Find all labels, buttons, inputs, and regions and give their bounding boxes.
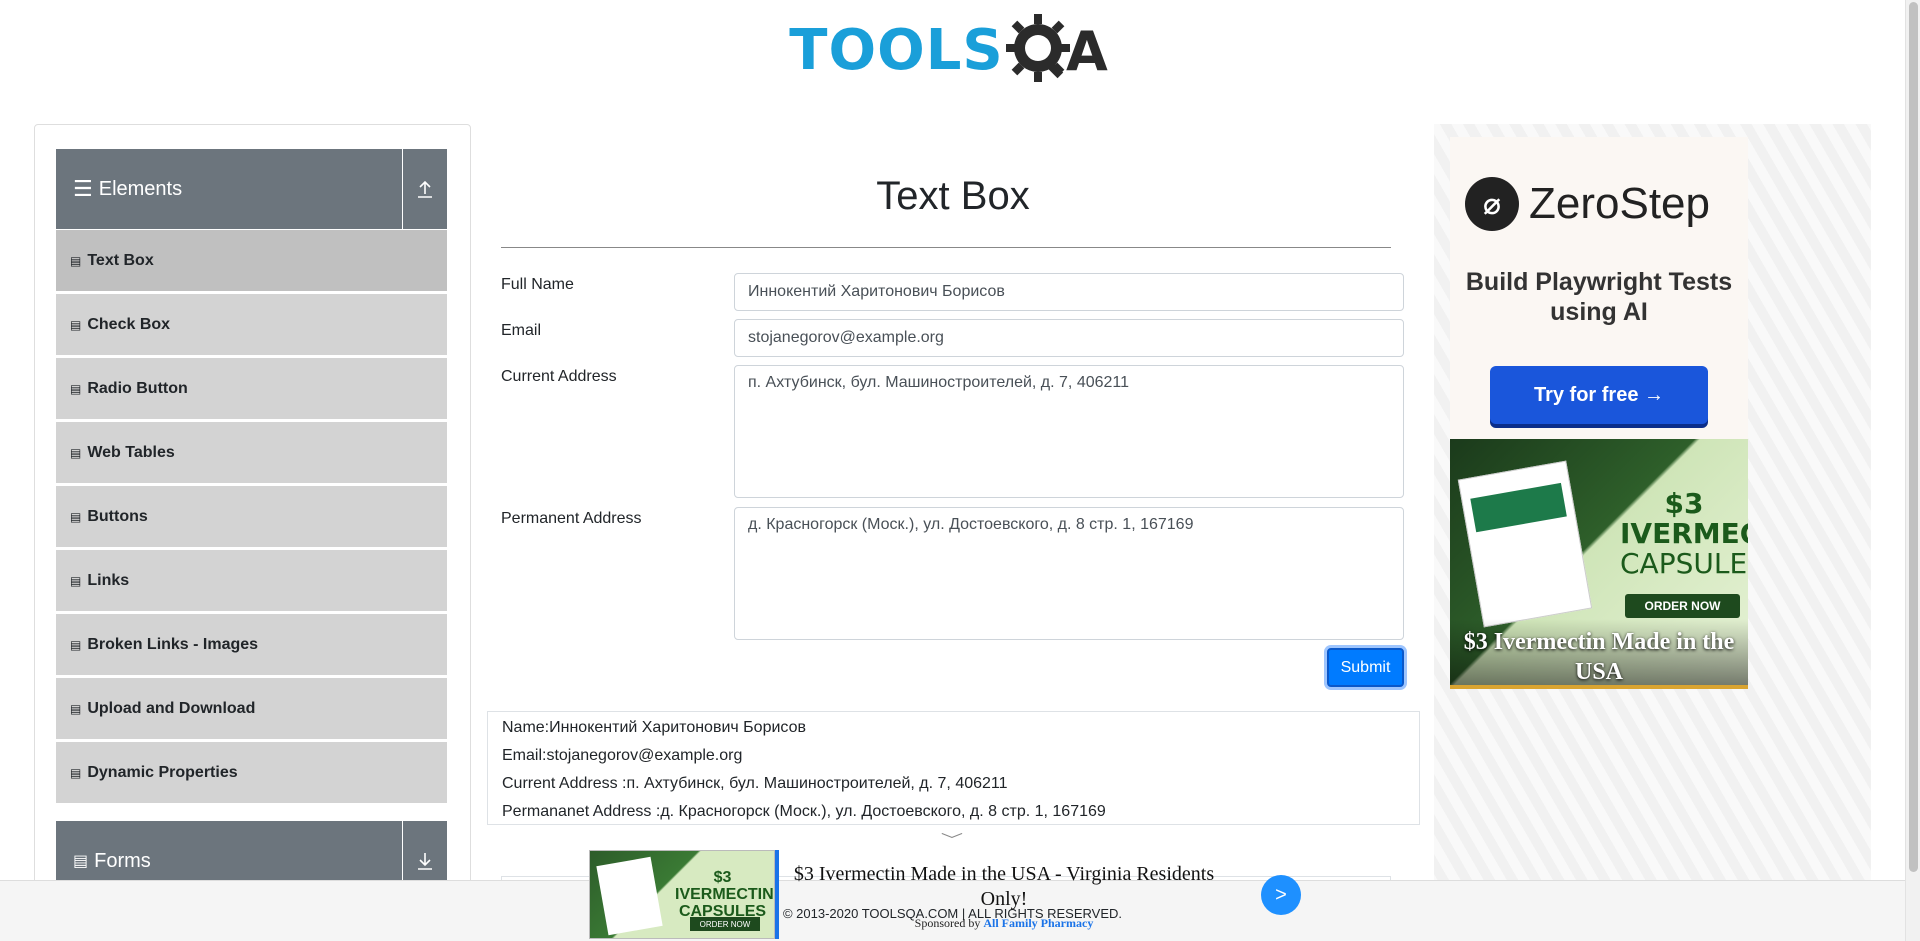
ivermectin-ad[interactable]: $3 IVERMECTIN CAPSULES ORDER NOW $3 Iver… xyxy=(1450,439,1748,689)
item-icon: ▤ xyxy=(70,253,82,268)
output-permanent-address: Permananet Address :д. Красногорск (Моск… xyxy=(502,803,1106,820)
ivermectin-caption: $3 Ivermectin Made in the USA xyxy=(1450,619,1748,685)
zerostep-ad[interactable]: ⌀ ZeroStep Build Playwright Tests using … xyxy=(1450,137,1748,442)
current-address-label: Current Address xyxy=(501,368,617,385)
output-email: Email:stojanegorov@example.org xyxy=(502,747,743,764)
sponsor-link[interactable]: All Family Pharmacy xyxy=(983,916,1093,930)
email-label: Email xyxy=(501,322,542,339)
group-title-elements: ☰ Elements xyxy=(56,176,402,202)
sidebar-item-label: Buttons xyxy=(87,507,148,525)
output-panel: Name:Иннокентий Харитонович Борисов Emai… xyxy=(487,711,1420,825)
permanent-address-textarea[interactable]: д. Красногорск (Моск.), ул. Достоевского… xyxy=(734,507,1404,640)
sidebar-item-radio-button[interactable]: ▤ Radio Button xyxy=(56,358,447,420)
banner-title[interactable]: $3 Ivermectin Made in the USA - Virginia… xyxy=(789,862,1219,912)
zerostep-cta-button[interactable]: Try for free → xyxy=(1490,366,1708,424)
header: TOOLS A xyxy=(0,0,1905,100)
collapse-up-icon[interactable] xyxy=(402,149,447,229)
document-icon: ▤ xyxy=(73,853,89,870)
sponsored-by-label: Sponsored by xyxy=(914,916,981,930)
sidebar-item-broken-links[interactable]: ▤ Broken Links - Images xyxy=(56,614,447,676)
group-label-forms: Forms xyxy=(94,849,151,872)
logo-gear-icon: A xyxy=(1005,12,1116,88)
hamburger-icon: ☰ xyxy=(73,176,93,201)
item-icon: ▤ xyxy=(70,381,82,396)
item-icon: ▤ xyxy=(70,573,82,588)
banner-accent-bar xyxy=(775,850,779,939)
logo-tools-text: TOOLS xyxy=(789,17,1004,83)
title-divider xyxy=(501,247,1391,248)
sidebar-item-check-box[interactable]: ▤ Check Box xyxy=(56,294,447,356)
sidebar-item-label: Upload and Download xyxy=(87,699,256,717)
sidebar-item-label: Text Box xyxy=(87,251,154,269)
group-label-elements: Elements xyxy=(98,177,183,200)
zerostep-logo: ⌀ ZeroStep xyxy=(1465,177,1710,231)
output-current-address: Current Address :п. Ахтубинск, бул. Маши… xyxy=(502,775,1008,792)
right-ad-column: ⌀ ZeroStep Build Playwright Tests using … xyxy=(1434,124,1871,941)
sidebar-item-text-box[interactable]: ▤ Text Box xyxy=(56,230,447,292)
ivermectin-price: $3 IVERMECTIN CAPSULES xyxy=(1620,489,1748,579)
page-scrollbar[interactable] xyxy=(1905,0,1920,941)
svg-text:A: A xyxy=(1066,20,1109,83)
left-panel: ☰ Elements ▤ Text Box ▤ Check Box ▤ Radi… xyxy=(34,124,471,941)
sidebar-item-label: Radio Button xyxy=(87,379,188,397)
chevron-down-icon: ﹀ xyxy=(940,832,964,848)
price-line: IVERMECTIN xyxy=(1620,517,1748,550)
sidebar-item-upload-download[interactable]: ▤ Upload and Download xyxy=(56,678,447,740)
permanent-address-label: Permanent Address xyxy=(501,510,642,527)
sidebar-item-label: Broken Links - Images xyxy=(87,635,259,653)
item-icon: ▤ xyxy=(70,317,82,332)
banner-thumb-order: ORDER NOW xyxy=(690,917,760,931)
full-name-input[interactable] xyxy=(734,273,1404,311)
page: TOOLS A ☰ Elements ▤ Text Box ▤ Check Bo… xyxy=(0,0,1920,941)
zerostep-brand: ZeroStep xyxy=(1529,179,1710,228)
sidebar-item-label: Links xyxy=(87,571,130,589)
banner-thumb-price: $3 IVERMECTIN CAPSULES xyxy=(675,869,774,920)
sidebar-item-links[interactable]: ▤ Links xyxy=(56,550,447,612)
item-icon: ▤ xyxy=(70,701,82,716)
item-icon: ▤ xyxy=(70,509,82,524)
item-icon: ▤ xyxy=(70,445,82,460)
submit-button[interactable]: Submit xyxy=(1327,648,1404,687)
output-name: Name:Иннокентий Харитонович Борисов xyxy=(502,719,806,736)
toolsqa-logo[interactable]: TOOLS A xyxy=(789,12,1115,88)
bottom-banner-ad[interactable]: $3 IVERMECTIN CAPSULES ORDER NOW $3 Iver… xyxy=(589,850,1326,941)
price-line: CAPSULES xyxy=(1620,547,1748,580)
banner-sponsor-line: Sponsored by All Family Pharmacy xyxy=(789,916,1219,931)
product-box-image xyxy=(1457,460,1593,628)
group-header-elements[interactable]: ☰ Elements xyxy=(56,149,447,229)
banner-thumbnail: $3 IVERMECTIN CAPSULES ORDER NOW xyxy=(589,850,775,939)
sidebar-item-web-tables[interactable]: ▤ Web Tables xyxy=(56,422,447,484)
product-box-image xyxy=(596,856,663,936)
sidebar-item-label: Check Box xyxy=(87,315,171,333)
full-name-label: Full Name xyxy=(501,276,574,293)
order-now-button[interactable]: ORDER NOW xyxy=(1625,594,1740,618)
group-title-forms: ▤ Forms xyxy=(56,850,402,873)
zerostep-tagline: Build Playwright Tests using AI xyxy=(1465,268,1733,326)
email-input[interactable] xyxy=(734,319,1404,357)
sidebar-item-label: Dynamic Properties xyxy=(87,763,238,781)
current-address-textarea[interactable]: п. Ахтубинск, бул. Машиностроителей, д. … xyxy=(734,365,1404,498)
item-icon: ▤ xyxy=(70,637,82,652)
scrollbar-thumb[interactable] xyxy=(1909,2,1918,872)
page-title: Text Box xyxy=(876,174,1030,218)
item-icon: ▤ xyxy=(70,765,82,780)
banner-go-button[interactable]: > xyxy=(1261,875,1301,915)
sidebar-item-buttons[interactable]: ▤ Buttons xyxy=(56,486,447,548)
sidebar-item-label: Web Tables xyxy=(87,443,175,461)
price-line: $3 xyxy=(1664,487,1704,520)
zerostep-mark-icon: ⌀ xyxy=(1465,177,1519,231)
sidebar-item-dynamic-properties[interactable]: ▤ Dynamic Properties xyxy=(56,742,447,804)
